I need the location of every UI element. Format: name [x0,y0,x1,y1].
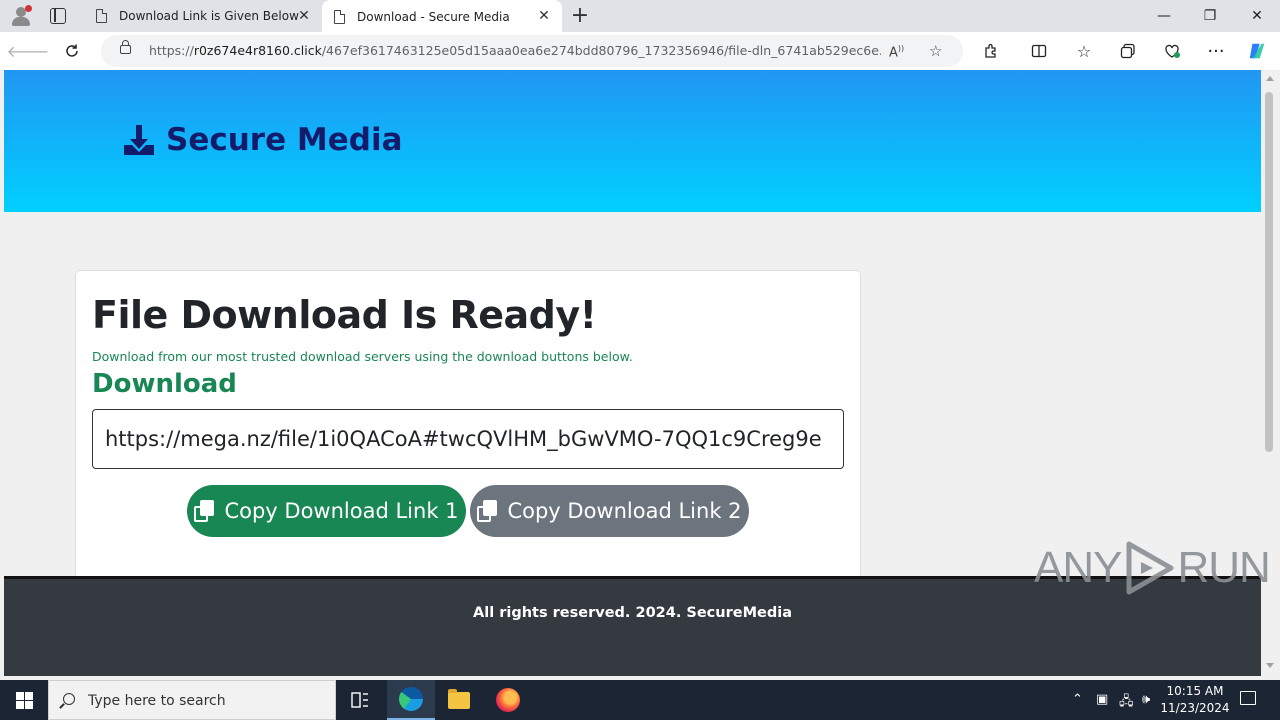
site-logo[interactable]: Secure Media [122,122,403,158]
button-label: Copy Download Link 2 [507,499,742,523]
page-icon [334,9,345,24]
volume-icon[interactable]: 🕪 [1142,692,1150,707]
tab-secure-media[interactable]: Download - Secure Media ✕ [322,0,562,33]
firefox-icon[interactable] [484,680,532,720]
play-logo-icon [1126,541,1174,595]
restore-button[interactable]: ❐ [1187,0,1233,32]
page-icon [96,9,107,23]
download-description: Download from our most trusted download … [92,349,633,364]
close-window-button[interactable]: ✕ [1234,0,1280,32]
profile-icon[interactable] [10,5,32,27]
tab-actions-icon[interactable] [50,8,66,24]
browser-tab-strip: Download Link is Given Below ✕ Download … [0,0,1280,33]
scroll-down-arrow[interactable] [1266,663,1274,668]
taskbar-search[interactable]: Type here to search [48,680,336,720]
copy-icon [477,500,499,522]
edge-icon[interactable] [387,680,435,720]
site-header: Secure Media [4,70,1261,212]
split-screen-icon[interactable] [1029,41,1049,61]
system-clock[interactable]: 10:15 AM 11/23/2024 [1158,683,1232,717]
file-explorer-icon[interactable] [435,680,483,720]
page-title: File Download Is Ready! [92,293,597,337]
back-button[interactable]: 🡐 [7,41,50,61]
extensions-icon[interactable] [981,41,1001,61]
brand-name: Secure Media [166,122,403,158]
url-text[interactable]: https://r0z674e4r8160.click/467ef3617463… [149,43,881,58]
download-link-field[interactable] [92,409,844,469]
windows-start-icon[interactable] [16,692,33,709]
download-card: File Download Is Ready! Download from ou… [75,270,861,600]
download-icon [124,125,154,155]
copy-icon [194,500,216,522]
lock-icon[interactable] [120,40,131,54]
read-aloud-icon[interactable]: A)) [889,44,904,60]
network-icon[interactable]: 🖧 [1119,692,1134,714]
tab-title: Download - Secure Media [357,9,510,24]
close-tab-icon[interactable]: ✕ [296,8,312,24]
browser-essentials-icon[interactable] [1162,41,1182,61]
scroll-up-arrow[interactable] [1266,76,1274,81]
clock-time: 10:15 AM [1166,684,1224,698]
notifications-icon[interactable] [1240,691,1256,705]
watermark-text-right: RUN [1177,543,1270,592]
copy-download-link-2-button[interactable]: Copy Download Link 2 [470,485,749,537]
show-hidden-icons-icon[interactable]: ⌃ [1072,692,1083,707]
close-tab-icon[interactable]: ✕ [536,8,552,24]
browser-toolbar: 🡐 https://r0z674e4r8160.click/467ef36174… [0,32,1280,70]
anyrun-watermark: ANY RUN [1034,538,1271,598]
refresh-button[interactable] [62,41,82,61]
collections-icon[interactable] [1118,41,1138,61]
footer-text: All rights reserved. 2024. SecureMedia [473,605,792,621]
download-heading: Download [92,369,237,399]
favorite-star-icon[interactable]: ☆ [929,42,942,60]
tab-title: Download Link is Given Below [119,9,299,23]
meet-now-icon[interactable]: ▣ [1096,692,1108,707]
new-tab-button[interactable]: + [570,4,590,28]
task-view-icon[interactable] [336,680,384,720]
favorites-icon[interactable]: ☆ [1074,41,1094,61]
windows-taskbar: Type here to search ⌃ ▣ 🖧 🕪 10:15 AM 11/… [0,680,1280,720]
search-placeholder: Type here to search [88,693,226,709]
tab-download-link[interactable]: Download Link is Given Below ✕ [84,0,322,32]
address-bar[interactable]: https://r0z674e4r8160.click/467ef3617463… [101,35,963,67]
clock-date: 11/23/2024 [1160,701,1230,715]
button-label: Copy Download Link 1 [224,499,459,523]
search-icon [63,693,75,705]
copilot-icon[interactable] [1247,41,1267,61]
scroll-thumb[interactable] [1265,92,1273,452]
watermark-text-left: ANY [1034,543,1122,592]
minimize-button[interactable]: — [1141,0,1187,32]
copy-download-link-1-button[interactable]: Copy Download Link 1 [187,485,466,537]
more-options-icon[interactable]: ··· [1206,41,1226,62]
